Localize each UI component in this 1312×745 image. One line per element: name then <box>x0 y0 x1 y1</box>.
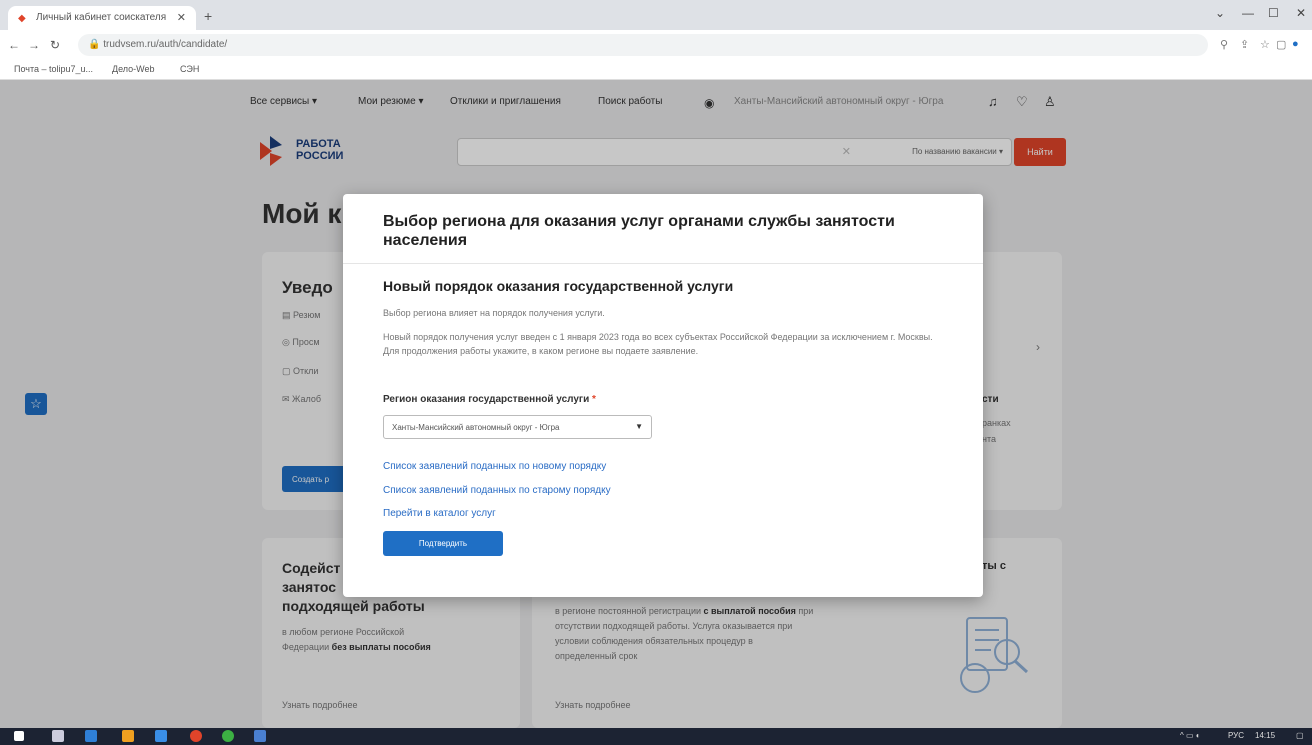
profile-icon[interactable]: ● <box>1292 38 1299 50</box>
windows-start-icon[interactable] <box>14 731 24 741</box>
back-icon[interactable]: ← <box>8 38 20 52</box>
explorer-icon[interactable] <box>85 730 97 742</box>
app-icon[interactable] <box>155 730 167 742</box>
tab-title: Личный кабинет соискателя <box>36 12 167 23</box>
region-select-value: Ханты-Мансийский автономный округ - Югра <box>392 423 560 432</box>
modal-header: Выбор региона для оказания услуг органам… <box>343 194 983 264</box>
notifications-icon[interactable]: ▢ <box>1296 731 1304 740</box>
address-bar-row: ← → ↻ 🔒 trudvsem.ru/auth/candidate/ ⚲ ⇪ … <box>0 30 1312 60</box>
browser-chrome: ◆ Личный кабинет соискателя ✕ + ⌄ — ☐ ✕ … <box>0 0 1312 80</box>
modal-para-1: Выбор региона влияет на порядок получени… <box>383 308 605 318</box>
service-catalog-link[interactable]: Перейти в каталог услуг <box>383 508 496 519</box>
share-icon[interactable]: ⇪ <box>1240 38 1249 51</box>
minimize-icon[interactable]: — <box>1242 6 1254 20</box>
confirm-button[interactable]: Подтвердить <box>383 531 503 556</box>
new-order-applications-link[interactable]: Список заявлений поданных по новому поря… <box>383 461 606 472</box>
close-tab-icon[interactable]: ✕ <box>177 11 186 24</box>
modal-title: Выбор региона для оказания услуг органам… <box>383 213 895 249</box>
new-tab-icon[interactable]: + <box>204 8 212 24</box>
key-icon[interactable]: ⚲ <box>1220 38 1228 51</box>
forward-icon[interactable]: → <box>28 38 40 52</box>
bookmark-delo[interactable]: Дело-Web <box>112 64 155 74</box>
windows-taskbar: ^ ▭ ◐ РУС 14:15 ▢ <box>0 728 1312 745</box>
modal-subtitle: Новый порядок оказания государственной у… <box>383 278 734 294</box>
site-favicon-icon: ◆ <box>18 13 26 24</box>
modal-para-2: Новый порядок получения услуг введен с 1… <box>383 332 933 356</box>
old-order-applications-link[interactable]: Список заявлений поданных по старому пор… <box>383 485 611 496</box>
chrome-icon[interactable] <box>222 730 234 742</box>
language-indicator[interactable]: РУС <box>1228 731 1244 740</box>
region-select[interactable]: Ханты-Мансийский автономный округ - Югра… <box>383 415 652 439</box>
required-mark: * <box>592 394 596 405</box>
url-text: trudvsem.ru/auth/candidate/ <box>103 39 228 50</box>
region-label-text: Регион оказания государственной услуги <box>383 394 590 405</box>
task-view-icon[interactable] <box>52 730 64 742</box>
web-page: Все сервисы ▾ Мои резюме ▾ Отклики и при… <box>0 80 1312 728</box>
files-app-icon[interactable] <box>122 730 134 742</box>
url-field[interactable]: 🔒 trudvsem.ru/auth/candidate/ <box>78 34 1208 56</box>
star-icon[interactable]: ☆ <box>1260 38 1270 51</box>
browser-icon[interactable] <box>190 730 202 742</box>
tab-bar: ◆ Личный кабинет соискателя ✕ + ⌄ — ☐ ✕ <box>0 0 1312 30</box>
browser-tab[interactable]: ◆ Личный кабинет соискателя ✕ <box>8 6 196 30</box>
bookmark-mail[interactable]: Почта – tolipu7_u... <box>14 64 93 74</box>
reload-icon[interactable]: ↻ <box>50 38 60 52</box>
maximize-icon[interactable]: ☐ <box>1268 6 1279 20</box>
clock[interactable]: 14:15 <box>1255 731 1275 740</box>
bookmarks-bar: Почта – tolipu7_u... Дело-Web СЭН <box>0 60 1312 80</box>
chevron-down-icon: ▼ <box>635 422 643 431</box>
chevron-down-icon[interactable]: ⌄ <box>1215 6 1225 20</box>
app-2-icon[interactable] <box>254 730 266 742</box>
tray-icons[interactable]: ^ ▭ ◐ <box>1180 731 1201 740</box>
region-field-label: Регион оказания государственной услуги * <box>383 394 596 405</box>
bookmark-sen[interactable]: СЭН <box>180 64 199 74</box>
region-modal: Выбор региона для оказания услуг органам… <box>343 194 983 597</box>
close-window-icon[interactable]: ✕ <box>1296 6 1306 20</box>
sidepanel-icon[interactable]: ▢ <box>1276 38 1286 51</box>
